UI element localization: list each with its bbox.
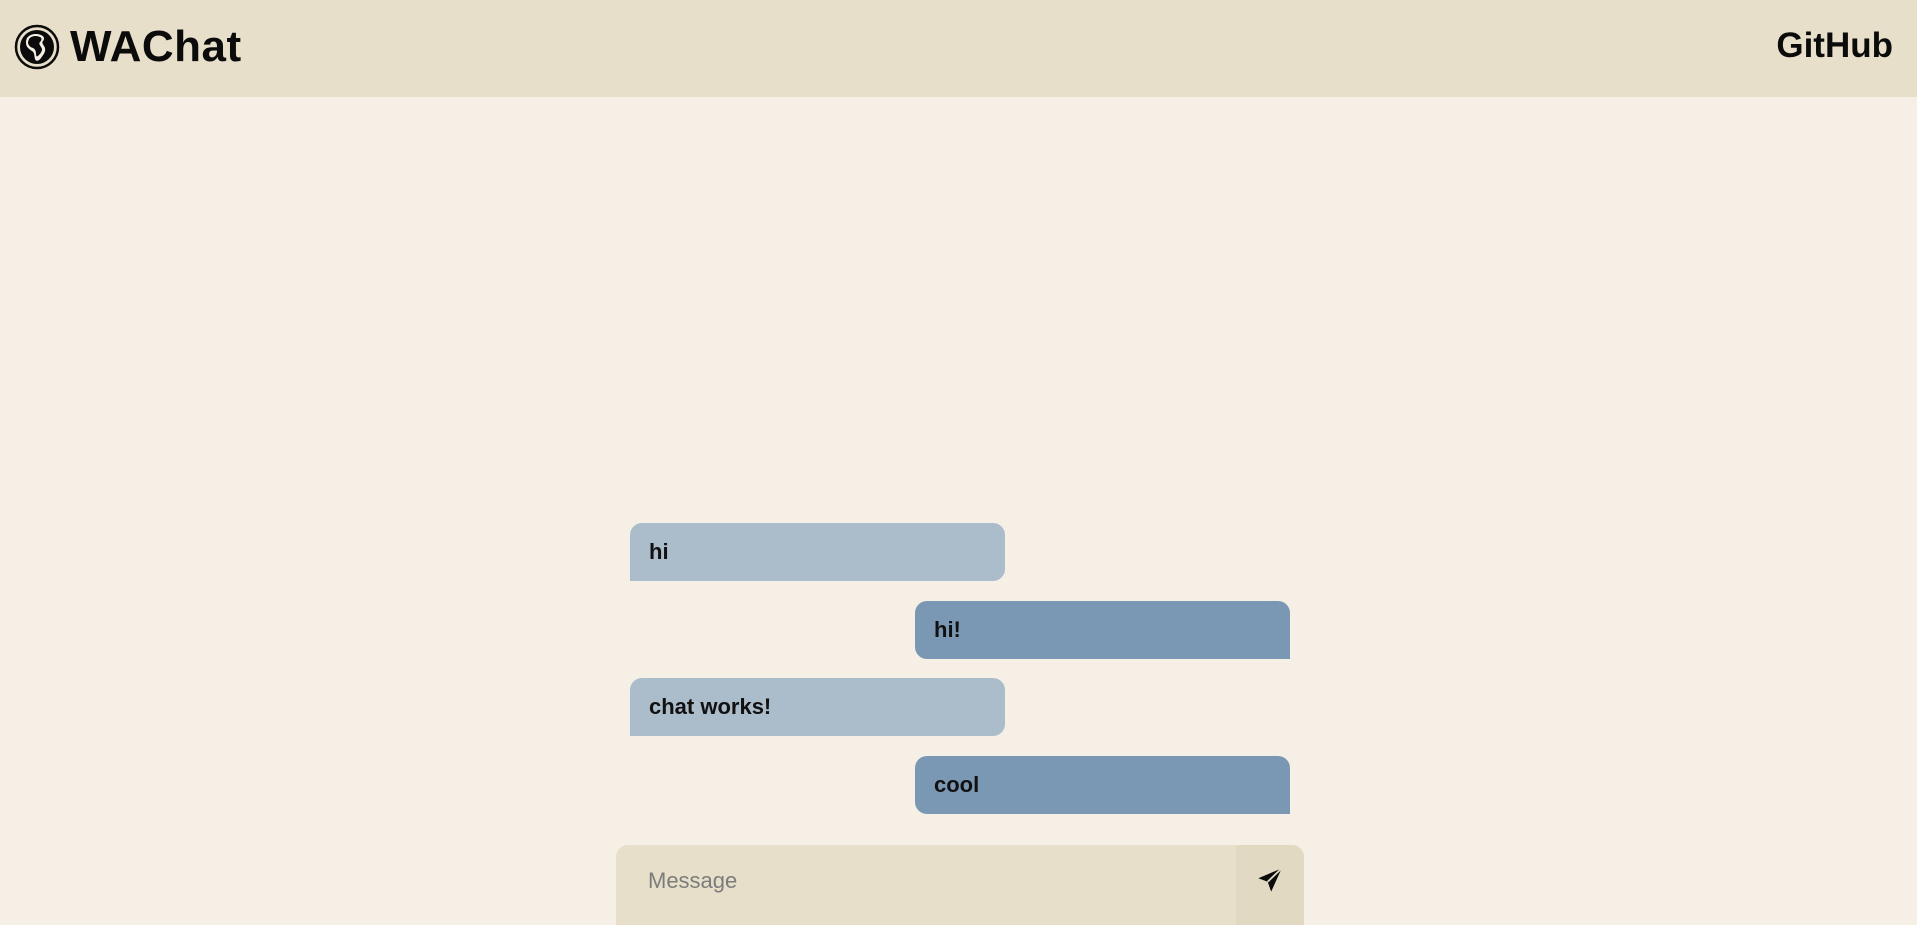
send-icon bbox=[1258, 867, 1283, 892]
message-bubble-outgoing: cool bbox=[915, 756, 1290, 814]
message-input[interactable] bbox=[616, 845, 1236, 917]
send-button[interactable] bbox=[1236, 845, 1304, 925]
github-link[interactable]: GitHub bbox=[1776, 28, 1893, 63]
message-bubble-outgoing: hi! bbox=[915, 601, 1290, 659]
message-composer bbox=[616, 845, 1304, 925]
brand-name: WAChat bbox=[70, 22, 242, 71]
message-bubble-incoming: hi bbox=[630, 523, 1005, 581]
message-bubble-incoming: chat works! bbox=[630, 678, 1005, 736]
globe-africa-icon bbox=[14, 24, 60, 70]
top-nav-bar: WAChat GitHub bbox=[0, 0, 1917, 97]
brand-home-link[interactable]: WAChat bbox=[14, 22, 242, 72]
